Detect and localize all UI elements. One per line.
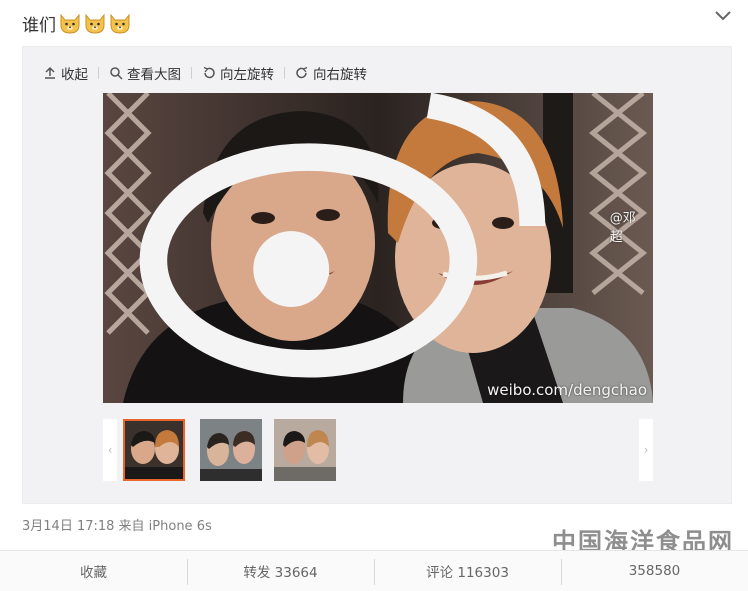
post-text: 谁们 bbox=[22, 15, 56, 36]
toolbar-divider bbox=[191, 67, 192, 79]
thumbnail-strip: ‹ › bbox=[103, 419, 653, 481]
photo-watermark-handle: @邓超 bbox=[103, 93, 647, 381]
toolbar-divider bbox=[98, 67, 99, 79]
rotate-left-icon bbox=[203, 66, 215, 79]
repost-button[interactable]: 转发 33664 bbox=[187, 551, 374, 591]
rotate-right-button[interactable]: 向右旋转 bbox=[295, 63, 377, 83]
comment-label: 评论 116303 bbox=[426, 565, 509, 581]
thumbnail-item[interactable] bbox=[274, 419, 336, 481]
doge-emoji-icon bbox=[60, 13, 80, 34]
action-bar: 收藏 转发 33664 评论 116303 358580 bbox=[0, 550, 748, 591]
rotate-left-label: 向左旋转 bbox=[220, 67, 274, 83]
view-large-label: 查看大图 bbox=[127, 67, 181, 83]
like-count: 358580 bbox=[628, 563, 681, 579]
search-icon bbox=[110, 67, 123, 80]
chevron-down-icon[interactable] bbox=[712, 6, 734, 24]
collapse-button[interactable]: 收起 bbox=[43, 63, 98, 83]
thumbnail-image bbox=[123, 419, 185, 481]
thumbnail-item[interactable] bbox=[200, 419, 262, 481]
doge-emoji-icon bbox=[85, 13, 105, 34]
photo-watermark-url: weibo.com/dengchao bbox=[487, 381, 647, 399]
chevron-left-icon: ‹ bbox=[107, 443, 113, 457]
thumbnail-image bbox=[200, 419, 262, 481]
thumbnail-item[interactable] bbox=[123, 419, 185, 481]
collapse-label: 收起 bbox=[61, 67, 88, 83]
favorite-button[interactable]: 收藏 bbox=[0, 551, 187, 591]
chevron-right-icon: › bbox=[643, 443, 649, 457]
media-viewer: 收起 查看大图 向左旋转 向右旋转 @邓超 weibo.com/dengchao… bbox=[22, 46, 732, 504]
like-button[interactable]: 358580 bbox=[561, 551, 748, 591]
view-large-button[interactable]: 查看大图 bbox=[109, 63, 191, 83]
toolbar-divider bbox=[284, 67, 285, 79]
rotate-right-icon bbox=[296, 66, 308, 79]
watermark-handle-text: @邓超 bbox=[609, 211, 636, 245]
emoji-row bbox=[58, 11, 133, 35]
repost-label: 转发 33664 bbox=[243, 565, 318, 581]
weibo-logo-icon bbox=[139, 93, 546, 378]
rotate-left-button[interactable]: 向左旋转 bbox=[202, 63, 284, 83]
upload-arrow-icon bbox=[45, 66, 55, 79]
favorite-label: 收藏 bbox=[80, 565, 107, 581]
thumbnail-next-button[interactable]: › bbox=[639, 419, 653, 481]
post-text-row: 谁们 bbox=[22, 8, 133, 38]
rotate-right-label: 向右旋转 bbox=[313, 67, 367, 83]
doge-emoji-icon bbox=[110, 13, 130, 34]
thumbnail-image bbox=[274, 419, 336, 481]
comment-button[interactable]: 评论 116303 bbox=[374, 551, 561, 591]
post-meta: 3月14日 17:18 来自 iPhone 6s bbox=[22, 519, 212, 534]
thumbnail-prev-button[interactable]: ‹ bbox=[103, 419, 117, 481]
main-photo[interactable]: @邓超 weibo.com/dengchao bbox=[103, 93, 653, 403]
media-toolbar: 收起 查看大图 向左旋转 向右旋转 bbox=[43, 63, 377, 83]
